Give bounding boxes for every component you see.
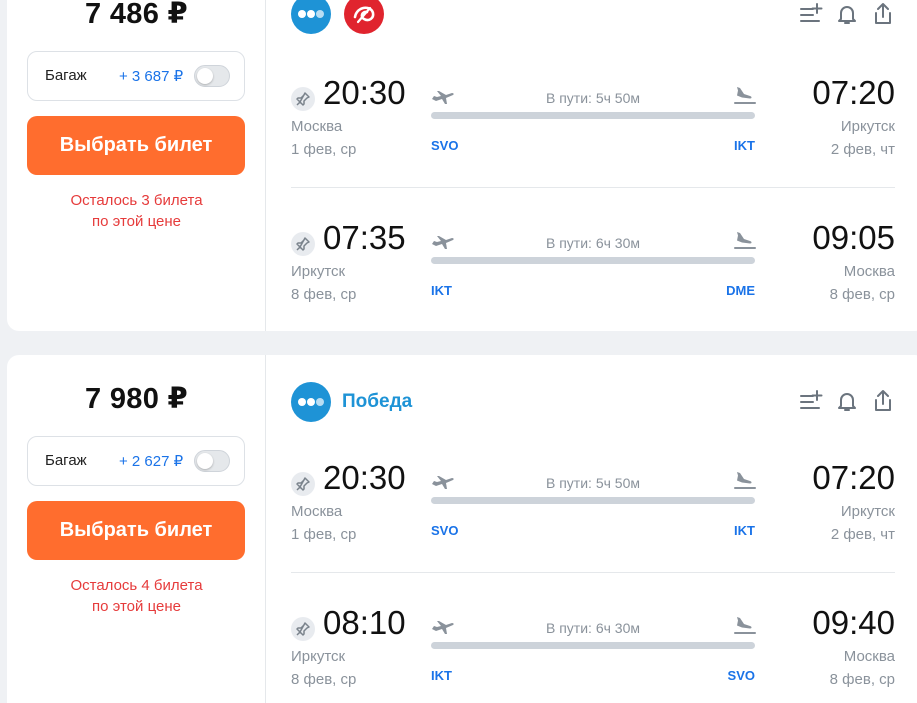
arrival-time: 09:05 (812, 219, 895, 256)
flight-segment: 20:30 Москва 1 фев, ср В пути: 5ч 50м SV… (291, 458, 895, 568)
landing-plane-icon (733, 230, 757, 255)
ticket-price: 7 486 ₽ (85, 0, 188, 30)
tickets-left-note-line2: по этой цене (92, 213, 181, 230)
bell-icon[interactable] (835, 389, 859, 413)
arrival-airport-code[interactable]: SVO (691, 668, 755, 683)
tickets-left-note-line1: Осталось 4 билета (70, 577, 203, 594)
pin-icon[interactable] (291, 87, 315, 111)
pin-icon[interactable] (291, 472, 315, 496)
tickets-left-note-line2: по этой цене (92, 598, 181, 615)
flight-duration: В пути: 5ч 50м (546, 90, 640, 106)
baggage-option[interactable]: Багаж + 2 627 ₽ (27, 436, 245, 486)
route-track (431, 257, 755, 264)
s7-logo-icon (344, 0, 384, 34)
arrival-airport-code[interactable]: IKT (691, 523, 755, 538)
route-track (431, 497, 755, 504)
departure-city: Москва (291, 503, 343, 520)
departure-city: Иркутск (291, 648, 346, 665)
arrival-city: Иркутск (840, 118, 895, 135)
ticket-price-panel: 7 980 ₽ Багаж + 2 627 ₽ Выбрать билет Ос… (7, 355, 266, 703)
ticket-actions (799, 389, 895, 413)
add-to-list-icon[interactable] (799, 389, 823, 413)
flight-segment: 07:35 Иркутск 8 фев, ср В пути: 6ч 30м I… (291, 218, 895, 328)
departure-time: 20:30 (323, 459, 406, 496)
baggage-toggle[interactable] (194, 65, 230, 87)
departure-airport-code[interactable]: SVO (431, 138, 458, 153)
arrival-airport-code[interactable]: DME (691, 283, 755, 298)
departure-airport-code[interactable]: IKT (431, 283, 452, 298)
departure-time: 08:10 (323, 604, 406, 641)
departure-city: Москва (291, 118, 343, 135)
flight-segment: 08:10 Иркутск 8 фев, ср В пути: 6ч 30м I… (291, 603, 895, 703)
baggage-label: Багаж (45, 452, 87, 469)
add-to-list-icon[interactable] (799, 2, 823, 26)
pin-icon[interactable] (291, 232, 315, 256)
baggage-label: Багаж (45, 67, 87, 84)
arrival-airport-code[interactable]: IKT (691, 138, 755, 153)
departure-airport-code[interactable]: SVO (431, 523, 458, 538)
departure-time: 07:35 (323, 219, 406, 256)
share-icon[interactable] (871, 2, 895, 26)
flight-duration: В пути: 6ч 30м (546, 235, 640, 251)
arrival-time: 09:40 (812, 604, 895, 641)
arrival-date: 2 фев, чт (830, 526, 895, 543)
pobeda-logo-icon (291, 382, 331, 422)
arrival-city: Москва (843, 648, 895, 665)
departure-date: 1 фев, ср (291, 526, 357, 543)
bell-icon[interactable] (835, 2, 859, 26)
ticket-actions (799, 2, 895, 26)
select-ticket-button[interactable]: Выбрать билет (27, 501, 245, 560)
flight-segment: 20:30 Москва 1 фев, ср В пути: 5ч 50м SV… (291, 73, 895, 183)
ticket-price-panel: 7 486 ₽ Багаж + 3 687 ₽ Выбрать билет Ос… (7, 0, 266, 331)
ticket-price: 7 980 ₽ (85, 383, 188, 415)
arrival-date: 8 фев, ср (829, 286, 895, 303)
flight-duration: В пути: 6ч 30м (546, 620, 640, 636)
route-track (431, 112, 755, 119)
arrival-date: 2 фев, чт (830, 141, 895, 158)
segment-divider (291, 187, 895, 188)
flight-duration: В пути: 5ч 50м (546, 475, 640, 491)
baggage-price: + 2 627 ₽ (119, 453, 184, 470)
select-ticket-button[interactable]: Выбрать билет (27, 116, 245, 175)
ticket-card: 7 980 ₽ Багаж + 2 627 ₽ Выбрать билет Ос… (7, 355, 917, 703)
arrival-city: Иркутск (840, 503, 895, 520)
baggage-price: + 3 687 ₽ (119, 68, 184, 85)
departure-airport-code[interactable]: IKT (431, 668, 452, 683)
pobeda-logo-icon (291, 0, 331, 34)
arrival-time: 07:20 (812, 74, 895, 111)
arrival-city: Москва (843, 263, 895, 280)
baggage-toggle[interactable] (194, 450, 230, 472)
departure-city: Иркутск (291, 263, 346, 280)
landing-plane-icon (733, 615, 757, 640)
segment-divider (291, 572, 895, 573)
share-icon[interactable] (871, 389, 895, 413)
baggage-option[interactable]: Багаж + 3 687 ₽ (27, 51, 245, 101)
tickets-left-note-line1: Осталось 3 билета (70, 192, 203, 209)
pin-icon[interactable] (291, 617, 315, 641)
landing-plane-icon (733, 470, 757, 495)
ticket-card: 7 486 ₽ Багаж + 3 687 ₽ Выбрать билет Ос… (7, 0, 917, 331)
departure-date: 8 фев, ср (291, 286, 357, 303)
departure-date: 1 фев, ср (291, 141, 357, 158)
airline-name: Победа (342, 391, 413, 412)
arrival-date: 8 фев, ср (829, 671, 895, 688)
route-track (431, 642, 755, 649)
landing-plane-icon (733, 85, 757, 110)
arrival-time: 07:20 (812, 459, 895, 496)
departure-time: 20:30 (323, 74, 406, 111)
departure-date: 8 фев, ср (291, 671, 357, 688)
